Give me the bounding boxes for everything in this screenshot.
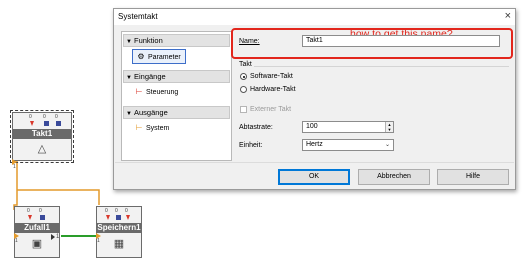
block-title: Speichern1 xyxy=(97,223,141,233)
nav-group-label: Eingänge xyxy=(134,72,166,81)
gear-icon: ⚙ xyxy=(137,52,145,61)
nav-item-label: System xyxy=(146,125,170,132)
nav-group-eingaenge[interactable]: ▼ Eingänge xyxy=(123,70,230,83)
output-pin[interactable]: 1 xyxy=(51,234,61,242)
dice-icon: ▣ xyxy=(31,238,43,250)
externer-takt-label: Externer Takt xyxy=(250,106,292,113)
takt-separator xyxy=(254,66,509,67)
pin-number: 0 xyxy=(43,114,46,120)
externer-takt-checkbox[interactable] xyxy=(240,106,247,113)
nav-group-label: Ausgänge xyxy=(134,108,168,117)
pin[interactable]: 0 xyxy=(125,208,131,221)
pin[interactable]: 0 xyxy=(43,114,49,127)
pin[interactable]: 0 xyxy=(115,208,121,221)
pin-number: 0 xyxy=(39,208,42,214)
software-takt-label[interactable]: Software-Takt xyxy=(250,73,293,80)
pin-number: 0 xyxy=(27,208,30,214)
pin-number: 1 xyxy=(15,238,18,244)
einheit-select[interactable]: Hertz ⌄ xyxy=(302,139,394,151)
output-connector-icon: ⊢ xyxy=(135,123,143,132)
block-speichern1[interactable]: 0 0 0 Speichern1 ▦ 1 xyxy=(96,206,142,258)
software-takt-radio[interactable] xyxy=(240,73,247,80)
abtastrate-field[interactable]: 100 ▲ ▼ xyxy=(302,121,394,133)
pin-number: 0 xyxy=(115,208,118,214)
help-button[interactable]: Hilfe xyxy=(437,169,509,185)
name-label: Name: xyxy=(239,38,260,45)
metronome-icon: △ xyxy=(37,143,47,155)
spin-down-icon[interactable]: ▼ xyxy=(385,127,393,132)
pin-number: 1 xyxy=(97,238,100,244)
nav-item-label: Steuerung xyxy=(146,89,179,96)
pin[interactable]: 0 xyxy=(39,208,45,221)
cancel-button[interactable]: Abbrechen xyxy=(358,169,430,185)
chevron-down-icon: ▼ xyxy=(126,111,132,117)
nav-item-steuerung[interactable]: ⊢ Steuerung xyxy=(132,85,179,98)
save-icon: ▦ xyxy=(113,238,125,250)
hardware-takt-label[interactable]: Hardware-Takt xyxy=(250,86,296,93)
pin[interactable]: 0 xyxy=(55,114,61,127)
nav-item-system[interactable]: ⊢ System xyxy=(132,121,170,134)
block-takt1[interactable]: 0 0 0 Takt1 △ xyxy=(10,110,74,163)
pin[interactable]: 0 xyxy=(29,114,35,127)
chevron-down-icon: ⌄ xyxy=(384,142,390,148)
input-pin[interactable]: 1 xyxy=(12,157,18,170)
category-nav: ▼ Funktion ⚙ Parameter ▼ Eingänge ⊢ Steuerun… xyxy=(121,31,232,161)
input-connector-icon: ⊢ xyxy=(135,87,143,96)
systemtakt-dialog: Systemtakt × ▼ Funktion ⚙ Parameter ▼ Eingä… xyxy=(113,8,516,190)
pin-number: 0 xyxy=(29,114,32,120)
block-title: Takt1 xyxy=(13,129,71,139)
name-field[interactable]: Takt1 xyxy=(302,35,500,47)
nav-group-funktion[interactable]: ▼ Funktion xyxy=(123,34,230,47)
takt-section-label: Takt xyxy=(239,61,252,68)
abtastrate-value: 100 xyxy=(306,123,318,130)
pin-number: 1 xyxy=(13,164,16,170)
abtastrate-label: Abtastrate: xyxy=(239,124,273,131)
pin-number: 1 xyxy=(56,234,60,240)
wire-takt-to-speichern xyxy=(17,189,100,205)
pin-number: 0 xyxy=(55,114,58,120)
nav-item-label: Parameter xyxy=(148,54,181,61)
input-pin[interactable]: 1 xyxy=(14,231,20,244)
pin-number: 0 xyxy=(105,208,108,214)
ok-button[interactable]: OK xyxy=(278,169,350,185)
einheit-label: Einheit: xyxy=(239,142,263,149)
dialog-title: Systemtakt xyxy=(118,12,158,21)
block-top-pins: 0 0 0 xyxy=(100,208,138,221)
close-icon[interactable]: × xyxy=(505,10,511,22)
nav-group-label: Funktion xyxy=(134,36,163,45)
nav-item-parameter[interactable]: ⚙ Parameter xyxy=(132,49,186,64)
dialog-titlebar[interactable]: Systemtakt × xyxy=(114,9,515,25)
hardware-takt-radio[interactable] xyxy=(240,86,247,93)
block-top-pins: 0 0 0 xyxy=(16,114,68,127)
block-top-pins: 0 0 xyxy=(18,208,56,221)
input-pin[interactable]: 1 xyxy=(96,231,102,244)
dialog-footer: OK Abbrechen Hilfe xyxy=(115,162,514,189)
pin-number: 0 xyxy=(125,208,128,214)
block-zufall1[interactable]: 0 0 Zufall1 ▣ 1 1 xyxy=(14,206,60,258)
block-title: Zufall1 xyxy=(15,223,59,233)
pin[interactable]: 0 xyxy=(105,208,111,221)
chevron-down-icon: ▼ xyxy=(126,75,132,81)
chevron-down-icon: ▼ xyxy=(126,39,132,45)
nav-group-ausgaenge[interactable]: ▼ Ausgänge xyxy=(123,106,230,119)
pin[interactable]: 0 xyxy=(27,208,33,221)
einheit-value: Hertz xyxy=(306,141,323,148)
